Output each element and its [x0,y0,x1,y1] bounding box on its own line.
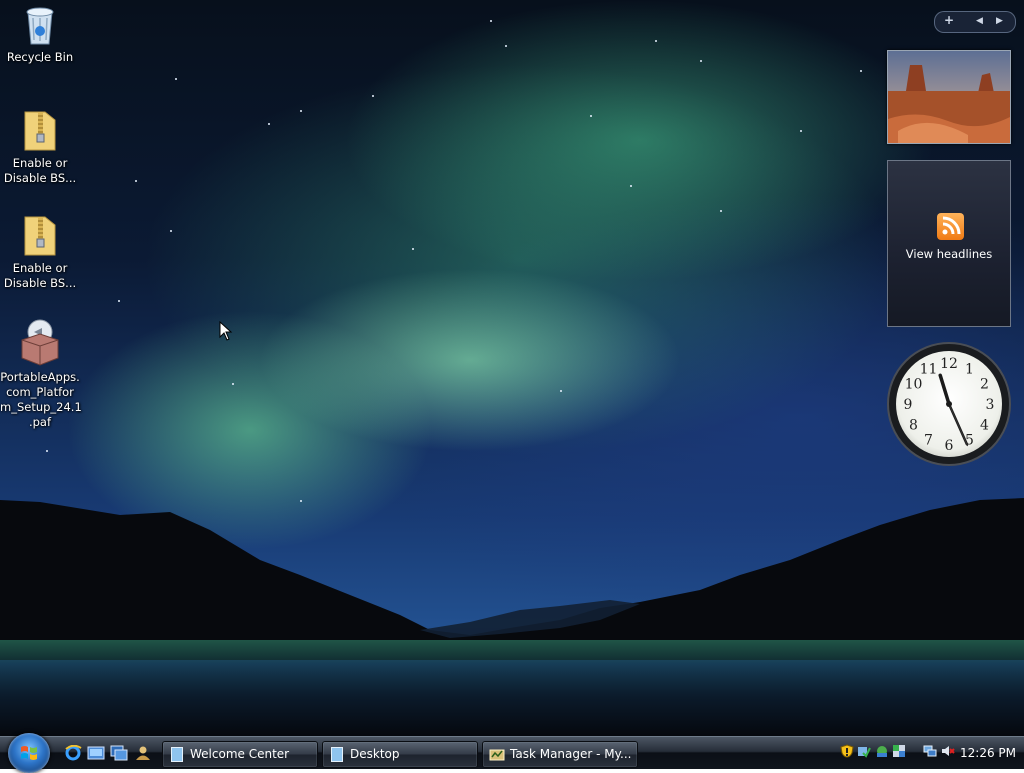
taskbar-button-welcome-center[interactable]: Welcome Center [162,741,318,768]
package-installer-icon [21,319,59,366]
recycle-bin-icon [26,7,54,45]
windows-logo-icon [21,746,37,760]
clock-numeral: 7 [924,433,933,449]
clock-numeral: 9 [904,397,913,413]
task-label: Desktop [350,747,400,761]
desktop-wallpaper[interactable]: Recycle Bin Enable or Disable BS... Enab… [0,0,1024,736]
task-manager-icon [489,749,505,761]
lake-reflection [0,640,1024,736]
window-icon [171,747,183,762]
desktop-icon-zip-folder[interactable]: Enable or Disable BS... [0,108,80,186]
desktop-icon-label: PortableApps. com_Platfor m_Setup_24.1 .… [0,370,82,429]
task-label: Task Manager - My... [510,747,632,761]
desktop-icon-portableapps-installer[interactable]: PortableApps. com_Platfor m_Setup_24.1 .… [0,318,82,430]
network-status-icon[interactable] [923,744,937,758]
clock-numeral: 3 [986,397,995,413]
desktop-icon-label: Enable or Disable BS... [3,156,77,185]
security-shield-icon[interactable] [840,744,854,758]
desktop-icon-recycle-bin[interactable]: Recycle Bin [0,4,80,65]
system-clock[interactable]: 12:26 PM [960,746,1016,760]
feed-headlines-gadget[interactable]: View headlines [887,160,1011,327]
taskbar-button-desktop[interactable]: Desktop [322,741,478,768]
view-headlines-link[interactable]: View headlines [888,247,1010,261]
clock-numeral: 8 [909,418,918,434]
desktop-icon-label: Recycle Bin [6,50,74,64]
zip-folder-icon [24,111,56,151]
clock-gadget[interactable]: 12 1234567891011 [886,341,1012,467]
clock-numeral: 10 [905,377,923,393]
window-icon [331,747,343,762]
mountain-silhouette [0,498,1024,660]
clock-numeral: 1 [965,361,974,377]
clock-numeral: 12 [940,356,958,372]
bluetooth-icon[interactable] [892,744,906,758]
mouse-cursor-icon [219,321,233,341]
updates-icon[interactable] [857,744,871,758]
user-pane-icon[interactable] [134,745,152,761]
clock-numeral: 2 [980,377,989,393]
zip-folder-icon [24,216,56,256]
start-button[interactable] [8,733,50,773]
show-desktop-icon[interactable] [87,745,105,761]
desert-photo [888,51,1010,143]
rss-feed-icon [937,213,964,240]
clock-numeral: 4 [980,418,989,434]
desktop-icon-zip-folder[interactable]: Enable or Disable BS... [0,213,80,291]
network-icon[interactable] [875,744,889,758]
switch-windows-icon[interactable] [110,745,128,761]
clock-center-pin [946,401,952,407]
previous-page-button[interactable]: ◀ [976,16,983,26]
task-label: Welcome Center [190,747,290,761]
internet-explorer-icon[interactable] [64,745,82,761]
add-gadget-button[interactable]: + [944,13,954,27]
volume-muted-icon[interactable] [941,744,955,758]
slideshow-gadget[interactable] [887,50,1011,144]
next-page-button[interactable]: ▶ [996,16,1003,26]
desktop-icon-label: Enable or Disable BS... [3,261,77,290]
taskbar-button-task-manager[interactable]: Task Manager - My... [482,741,638,768]
taskbar: Welcome Center Desktop Task Manager - My… [0,733,1024,773]
clock-numeral: 11 [920,361,938,377]
sidebar-gadget-controls: + ◀ ▶ [934,11,1016,33]
clock-numeral: 6 [945,438,954,454]
